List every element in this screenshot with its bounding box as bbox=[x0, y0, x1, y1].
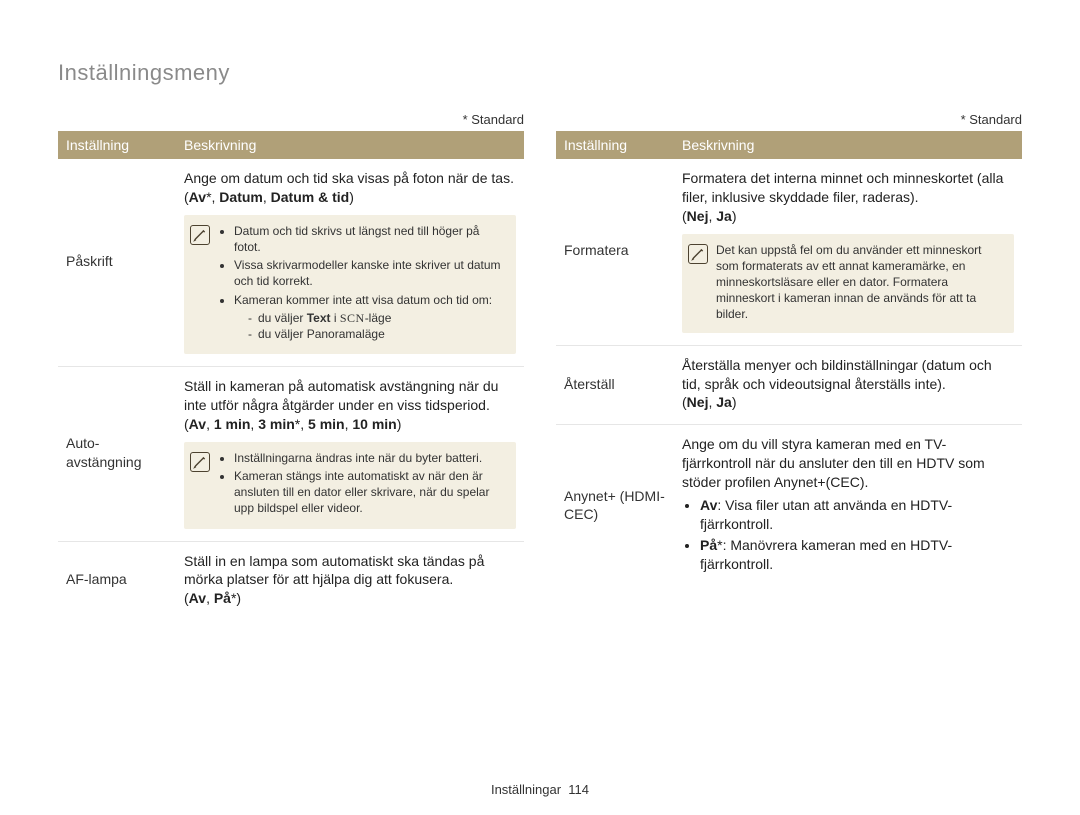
options: (Nej, Ja) bbox=[682, 208, 737, 224]
setting-description: Formatera det interna minnet och minnesk… bbox=[674, 159, 1022, 345]
col-header-description: Beskrivning bbox=[176, 131, 524, 159]
table-row: Återställ Återställa menyer och bildinst… bbox=[556, 345, 1022, 425]
table-row: Formatera Formatera det interna minnet o… bbox=[556, 159, 1022, 345]
setting-label: AF-lampa bbox=[58, 541, 176, 620]
setting-description: Ange om datum och tid ska visas på foton… bbox=[176, 159, 524, 367]
desc-text: Ange om du vill styra kameran med en TV-… bbox=[682, 436, 985, 490]
settings-table-left: Inställning Beskrivning Påskrift Ange om… bbox=[58, 131, 524, 620]
setting-description: Ställ in en lampa som automatiskt ska tä… bbox=[176, 541, 524, 620]
list-item: du väljer Panoramaläge bbox=[248, 326, 506, 342]
setting-description: Återställa menyer och bildinställningar … bbox=[674, 345, 1022, 425]
footer-label: Inställningar bbox=[491, 782, 561, 797]
table-row: Påskrift Ange om datum och tid ska visas… bbox=[58, 159, 524, 367]
desc-text: Ställ in en lampa som automatiskt ska tä… bbox=[184, 553, 484, 588]
list-item: du väljer Text i SCN-läge bbox=[248, 310, 506, 326]
setting-label: Formatera bbox=[556, 159, 674, 345]
note-box: Inställningarna ändras inte när du byter… bbox=[184, 442, 516, 529]
left-column: * Standard Inställning Beskrivning Påskr… bbox=[58, 112, 524, 620]
options: (Av, På*) bbox=[184, 590, 241, 606]
list-item: Vissa skrivarmodeller kanske inte skrive… bbox=[234, 257, 506, 289]
note-list: Inställningarna ändras inte när du byter… bbox=[218, 450, 506, 519]
table-row: Anynet+ (HDMI-CEC) Ange om du vill styra… bbox=[556, 425, 1022, 588]
setting-label: Påskrift bbox=[58, 159, 176, 367]
setting-description: Ställ in kameran på automatisk avstängni… bbox=[176, 367, 524, 541]
list-item: Kameran kommer inte att visa datum och t… bbox=[234, 292, 506, 343]
table-row: Auto-avstängning Ställ in kameran på aut… bbox=[58, 367, 524, 541]
setting-label: Återställ bbox=[556, 345, 674, 425]
scn-mode-icon: SCN bbox=[340, 311, 365, 325]
list-item: Kameran stängs inte automatiskt av när d… bbox=[234, 468, 506, 517]
desc-text: Ställ in kameran på automatisk avstängni… bbox=[184, 378, 498, 413]
options: (Av, 1 min, 3 min*, 5 min, 10 min) bbox=[184, 416, 401, 432]
setting-label: Anynet+ (HDMI-CEC) bbox=[556, 425, 674, 588]
note-icon bbox=[190, 452, 210, 472]
note-box: Datum och tid skrivs ut längst ned till … bbox=[184, 215, 516, 354]
setting-description: Ange om du vill styra kameran med en TV-… bbox=[674, 425, 1022, 588]
desc-text: Återställa menyer och bildinställningar … bbox=[682, 357, 992, 392]
settings-table-right: Inställning Beskrivning Formatera Format… bbox=[556, 131, 1022, 588]
list-item: På*: Manövrera kameran med en HDTV-fjärr… bbox=[700, 536, 1014, 574]
right-column: * Standard Inställning Beskrivning Forma… bbox=[556, 112, 1022, 620]
col-header-setting: Inställning bbox=[556, 131, 674, 159]
note-text: Det kan uppstå fel om du använder ett mi… bbox=[716, 242, 1004, 323]
options-list: Av: Visa filer utan att använda en HDTV-… bbox=[682, 496, 1014, 574]
page-title: Inställningsmeny bbox=[58, 60, 1022, 86]
setting-label: Auto-avstängning bbox=[58, 367, 176, 541]
col-header-setting: Inställning bbox=[58, 131, 176, 159]
note-box: Det kan uppstå fel om du använder ett mi… bbox=[682, 234, 1014, 333]
list-item: Av: Visa filer utan att använda en HDTV-… bbox=[700, 496, 1014, 534]
desc-text: Formatera det interna minnet och minnesk… bbox=[682, 170, 1003, 205]
note-icon bbox=[688, 244, 708, 264]
page-footer: Inställningar 114 bbox=[0, 782, 1080, 797]
footer-page-number: 114 bbox=[568, 782, 589, 797]
list-item: Datum och tid skrivs ut längst ned till … bbox=[234, 223, 506, 255]
standard-note-left: * Standard bbox=[58, 112, 524, 127]
col-header-description: Beskrivning bbox=[674, 131, 1022, 159]
content-columns: * Standard Inställning Beskrivning Påskr… bbox=[58, 112, 1022, 620]
table-row: AF-lampa Ställ in en lampa som automatis… bbox=[58, 541, 524, 620]
list-item: Inställningarna ändras inte när du byter… bbox=[234, 450, 506, 466]
note-icon bbox=[190, 225, 210, 245]
options: (Nej, Ja) bbox=[682, 394, 737, 410]
note-list: Datum och tid skrivs ut längst ned till … bbox=[218, 223, 506, 344]
standard-note-right: * Standard bbox=[556, 112, 1022, 127]
